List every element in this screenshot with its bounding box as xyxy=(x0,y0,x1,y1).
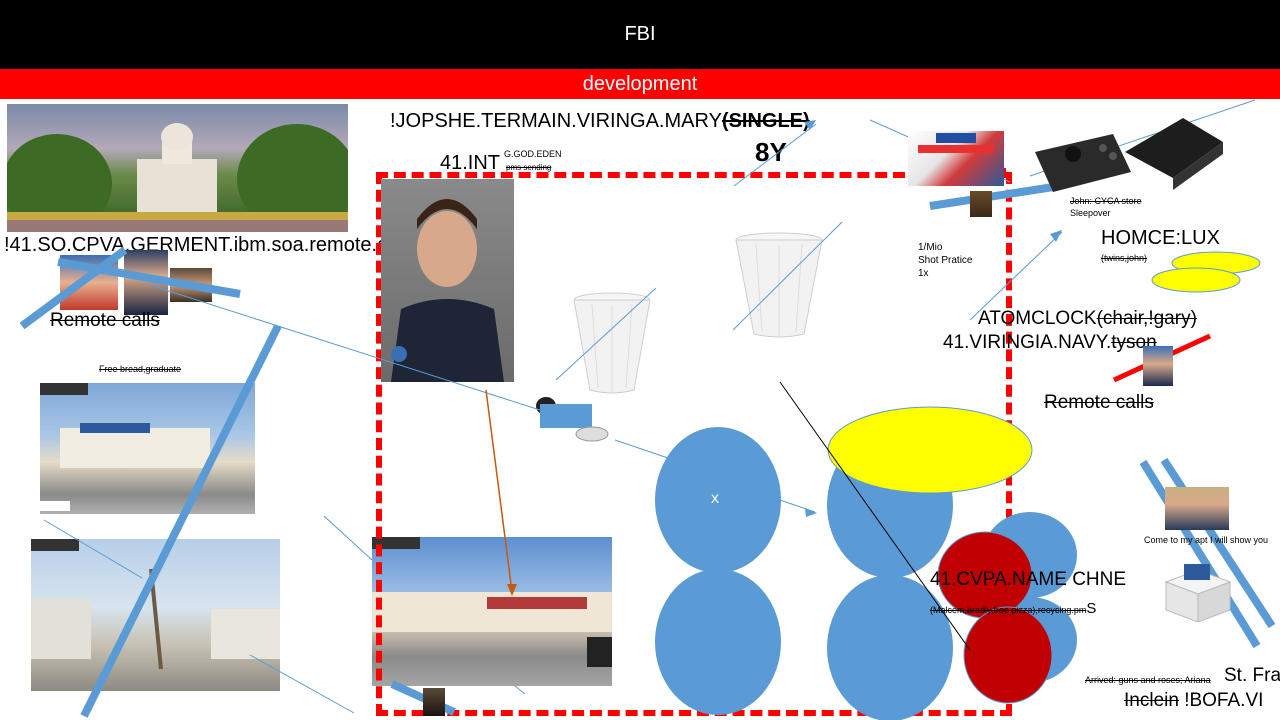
officer-photo[interactable] xyxy=(381,179,514,382)
one-x-label: 1x xyxy=(918,268,929,279)
yellow-ellipse-small xyxy=(1171,251,1261,275)
so-cpva-label: !41.SO.CPVA.GERMENT.ibm.soa.remote.ca... xyxy=(4,234,415,256)
circle-x-label: x xyxy=(711,490,719,507)
people-photo-3[interactable] xyxy=(170,268,212,302)
game-console-icon xyxy=(1035,118,1223,192)
mio-label: 1/Mio xyxy=(918,242,943,253)
eight-y-label: 8Y xyxy=(755,137,787,167)
street-photo-1[interactable] xyxy=(40,383,255,514)
person-photo-right[interactable] xyxy=(1143,346,1173,386)
paper-cup-icon xyxy=(735,232,823,338)
malcom-label: (Malcem,bradly,free pizza),recycing.pmS xyxy=(930,600,1097,617)
paper-cup-icon xyxy=(573,292,651,394)
remote-calls-right: Remote calls xyxy=(1044,392,1154,413)
twins-label: (twins,john) xyxy=(1101,253,1148,263)
capitol-icon xyxy=(7,123,348,232)
small-photo-bottom[interactable] xyxy=(423,688,445,716)
remote-calls-left: Remote calls xyxy=(50,310,160,331)
inclein-label: Inclein !BOFA.VI xyxy=(1124,690,1264,711)
small-photo-brown[interactable] xyxy=(970,191,992,217)
police-officer-icon xyxy=(391,199,504,382)
cup-1[interactable] xyxy=(572,292,652,401)
arrived-label: Arrived: guns and roses; Ariana xyxy=(1085,675,1211,685)
title-bar: FBI xyxy=(0,0,1280,69)
people-photo-1[interactable] xyxy=(60,255,118,310)
capitol-photo[interactable] xyxy=(7,104,348,232)
gift-box[interactable] xyxy=(1158,560,1233,627)
people-photo-2[interactable] xyxy=(124,250,168,315)
gift-box-icon xyxy=(1164,564,1232,623)
street-photo-2[interactable] xyxy=(31,539,280,691)
shot-practice-label: Shot Pratice xyxy=(918,255,973,266)
jopshe-label: !JOPSHE.TERMAIN.VIRINGA.MARY(SINGLE) xyxy=(390,110,810,132)
st-fra-label: St. Fra xyxy=(1224,665,1280,686)
sleepover-label: Sleepover xyxy=(1070,208,1111,218)
john-store-label: John: CYCA store xyxy=(1070,196,1142,206)
come-to-apt-label: Come to my apt I will show you xyxy=(1144,535,1269,545)
game-console[interactable] xyxy=(1033,112,1223,207)
cup-2[interactable] xyxy=(734,232,824,345)
robot-vacuum[interactable] xyxy=(534,394,614,449)
yellow-ellipse-small xyxy=(1151,267,1241,293)
subtitle-bar: development xyxy=(0,69,1280,99)
sega-box[interactable] xyxy=(908,131,1004,186)
viringia-navy-label: 41.VIRINGIA.NAVY.tyson xyxy=(943,332,1157,353)
page-title: FBI xyxy=(624,23,656,45)
sega-master-system-icon xyxy=(918,133,994,153)
free-bread-label: Free bread,graduate xyxy=(99,364,182,374)
cvpa-name-label: 41.CVPA.NAME CHNE xyxy=(930,569,1127,590)
int-sub-label: pms sending xyxy=(506,163,552,172)
int-sup-label: G.GOD.EDEN xyxy=(504,149,562,159)
page-subtitle: development xyxy=(582,72,698,95)
man-photo[interactable] xyxy=(1165,487,1229,530)
homce-label: HOMCE:LUX xyxy=(1101,227,1220,249)
robot-vacuum-icon xyxy=(536,397,609,442)
atomclock-label: ATOMCLOCK(chair,!gary) xyxy=(978,308,1197,329)
